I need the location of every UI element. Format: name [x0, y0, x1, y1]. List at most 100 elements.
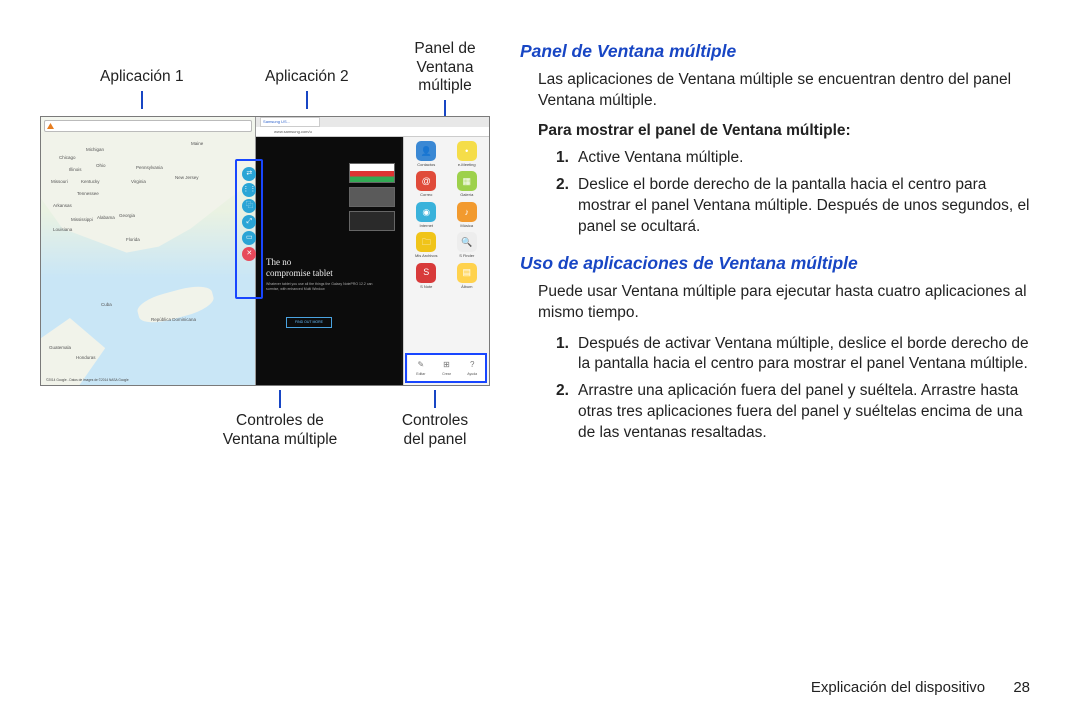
panel-bottom-icon: ✎	[415, 360, 427, 372]
panel-app: 🗀Mis Archivos	[408, 232, 445, 258]
browser-url: www.samsung.com/u	[256, 127, 489, 137]
mw-control-minimize-icon: ▭	[242, 231, 256, 245]
label-panel-text: Panel de Ventana múltiple	[414, 40, 475, 94]
mw-control-close-icon: ✕	[242, 247, 256, 261]
label-mw-controls: Controles de Ventana múltiple	[210, 390, 350, 449]
panel-app-icon: S	[416, 263, 436, 283]
step-number: 2.	[556, 175, 569, 196]
panel-app-icon: 🗀	[416, 232, 436, 252]
browser-content: The nocompromise tablet Whatever tablet …	[256, 137, 401, 385]
panel-app-label: S Note	[408, 284, 445, 289]
panel-bottom-item: ?Ayuda	[459, 360, 485, 377]
steps-show-panel: 1.Active Ventana múltiple. 2. Deslice el b…	[556, 148, 1040, 238]
map-label: Virginia	[131, 179, 146, 185]
hero-title-2: compromise tablet	[266, 268, 333, 278]
step-number: 1.	[556, 148, 569, 169]
step-text: Arrastre una aplicación fuera del panel …	[578, 382, 1023, 441]
heading-use-apps: Uso de aplicaciones de Ventana múltiple	[520, 252, 1040, 276]
panel-app-label: Álbum	[449, 284, 486, 289]
panel-app: 👤Contactos	[408, 141, 445, 167]
map-label: Alabama	[97, 215, 115, 221]
para-use-apps-intro: Puede usar Ventana múltiple para ejecuta…	[538, 282, 1040, 324]
app2-browser: Samsung US... www.samsung.com/u The noco…	[256, 117, 489, 385]
panel-bottom-controls: ✎Editar⊞Crear?Ayuda	[408, 355, 485, 381]
panel-app-label: Contactos	[408, 162, 445, 167]
map-label: Ohio	[96, 163, 106, 169]
panel-app-label: Música	[449, 223, 486, 228]
steps-use-apps: 1. Después de activar Ventana múltiple, d…	[556, 334, 1040, 445]
mw-control-copy-icon: ⿻	[242, 199, 256, 213]
panel-app: •e-Meeting	[449, 141, 486, 167]
step-number: 1.	[556, 334, 569, 355]
panel-app-icon: 🔍	[457, 232, 477, 252]
right-column: Panel de Ventana múltiple Las aplicacion…	[520, 40, 1040, 460]
panel-app-icon: ▦	[457, 171, 477, 191]
step-text: Después de activar Ventana múltiple, des…	[578, 335, 1029, 373]
panel-app: ♪Música	[449, 202, 486, 228]
map-label: República Dominicana	[151, 317, 196, 323]
heading-panel: Panel de Ventana múltiple	[520, 40, 1040, 64]
panel-app-label: Internet	[408, 223, 445, 228]
find-out-button: FIND OUT MORE	[286, 317, 332, 328]
hero-sub: Whatever tablet you use all the things t…	[266, 282, 386, 292]
panel-app-icon: ◉	[416, 202, 436, 222]
panel-app-label: Mis Archivos	[408, 253, 445, 258]
map-label: Cuba	[101, 302, 112, 308]
map-label: Mississippi	[71, 217, 93, 223]
top-callout-labels: Aplicación 1 Aplicación 2 Panel de Venta…	[40, 40, 490, 110]
mw-control-expand-icon: ⤢	[242, 215, 256, 229]
step-item: 2. Arrastre una aplicación fuera del pane…	[556, 381, 1040, 444]
multiwindow-panel: 👤Contactos•e-Meeting@Correo▦Galería◉Inte…	[403, 137, 489, 385]
step-number: 2.	[556, 381, 569, 402]
panel-app-label: S Finder	[449, 253, 486, 258]
map-label: Tennessee	[77, 191, 99, 197]
panel-app: ◉Internet	[408, 202, 445, 228]
app1-map: Michigan Chicago Illinois Ohio Pennsylva…	[41, 117, 256, 385]
map-label: Florida	[126, 237, 140, 243]
mw-control-switch-icon: ⇄	[242, 167, 256, 181]
panel-bottom-item: ⊞Crear	[434, 360, 460, 377]
label-app1: Aplicación 1	[100, 68, 184, 109]
map-label: Michigan	[86, 147, 104, 153]
panel-app-icon: @	[416, 171, 436, 191]
map-label: Honduras	[76, 355, 96, 361]
label-app2-text: Aplicación 2	[265, 68, 349, 85]
map-label: Maine	[191, 141, 203, 147]
map-label: Chicago	[59, 155, 76, 161]
footer-page-number: 28	[1013, 679, 1030, 696]
step-text: Deslice el borde derecho de la pantalla …	[578, 176, 1030, 235]
label-panel-controls-text: Controles del panel	[402, 412, 468, 448]
map-label: New Jersey	[175, 175, 199, 181]
label-app1-text: Aplicación 1	[100, 68, 184, 85]
hero-title-1: The no	[266, 257, 291, 267]
map-label: Illinois	[69, 167, 82, 173]
browser-tab: Samsung US...	[260, 117, 320, 127]
map-label: Louisiana	[53, 227, 72, 233]
panel-bottom-icon: ⊞	[441, 360, 453, 372]
label-app2: Aplicación 2	[265, 68, 349, 109]
panel-app-label: Correo	[408, 192, 445, 197]
panel-bottom-label: Editar	[408, 372, 434, 377]
map-label: Guatemala	[49, 345, 71, 351]
mw-control-drag-icon: ⋮⋮	[242, 183, 256, 197]
panel-app: 🔍S Finder	[449, 232, 486, 258]
para-panel-intro: Las aplicaciones de Ventana múltiple se …	[538, 70, 1040, 112]
label-panel-controls: Controles del panel	[395, 390, 475, 449]
panel-bottom-item: ✎Editar	[408, 360, 434, 377]
panel-app-icon: ♪	[457, 202, 477, 222]
footer-section: Explicación del dispositivo	[811, 679, 985, 696]
map-label: Arkansas	[53, 203, 72, 209]
bottom-callout-labels: Controles de Ventana múltiple Controles …	[40, 390, 490, 460]
map-copyright: ©2014 Google - Datos de images de ©2014 …	[46, 378, 129, 382]
panel-app: ▦Galería	[449, 171, 486, 197]
panel-app: SS Note	[408, 263, 445, 289]
step-item: 1. Después de activar Ventana múltiple, d…	[556, 334, 1040, 376]
label-panel: Panel de Ventana múltiple	[405, 40, 485, 118]
panel-app-icon: 👤	[416, 141, 436, 161]
panel-bottom-label: Crear	[434, 372, 460, 377]
panel-app-label: e-Meeting	[449, 162, 486, 167]
step-item: 1.Active Ventana múltiple.	[556, 148, 1040, 169]
map-label: Pennsylvania	[136, 165, 163, 171]
map-label: Missouri	[51, 179, 68, 185]
panel-app: @Correo	[408, 171, 445, 197]
